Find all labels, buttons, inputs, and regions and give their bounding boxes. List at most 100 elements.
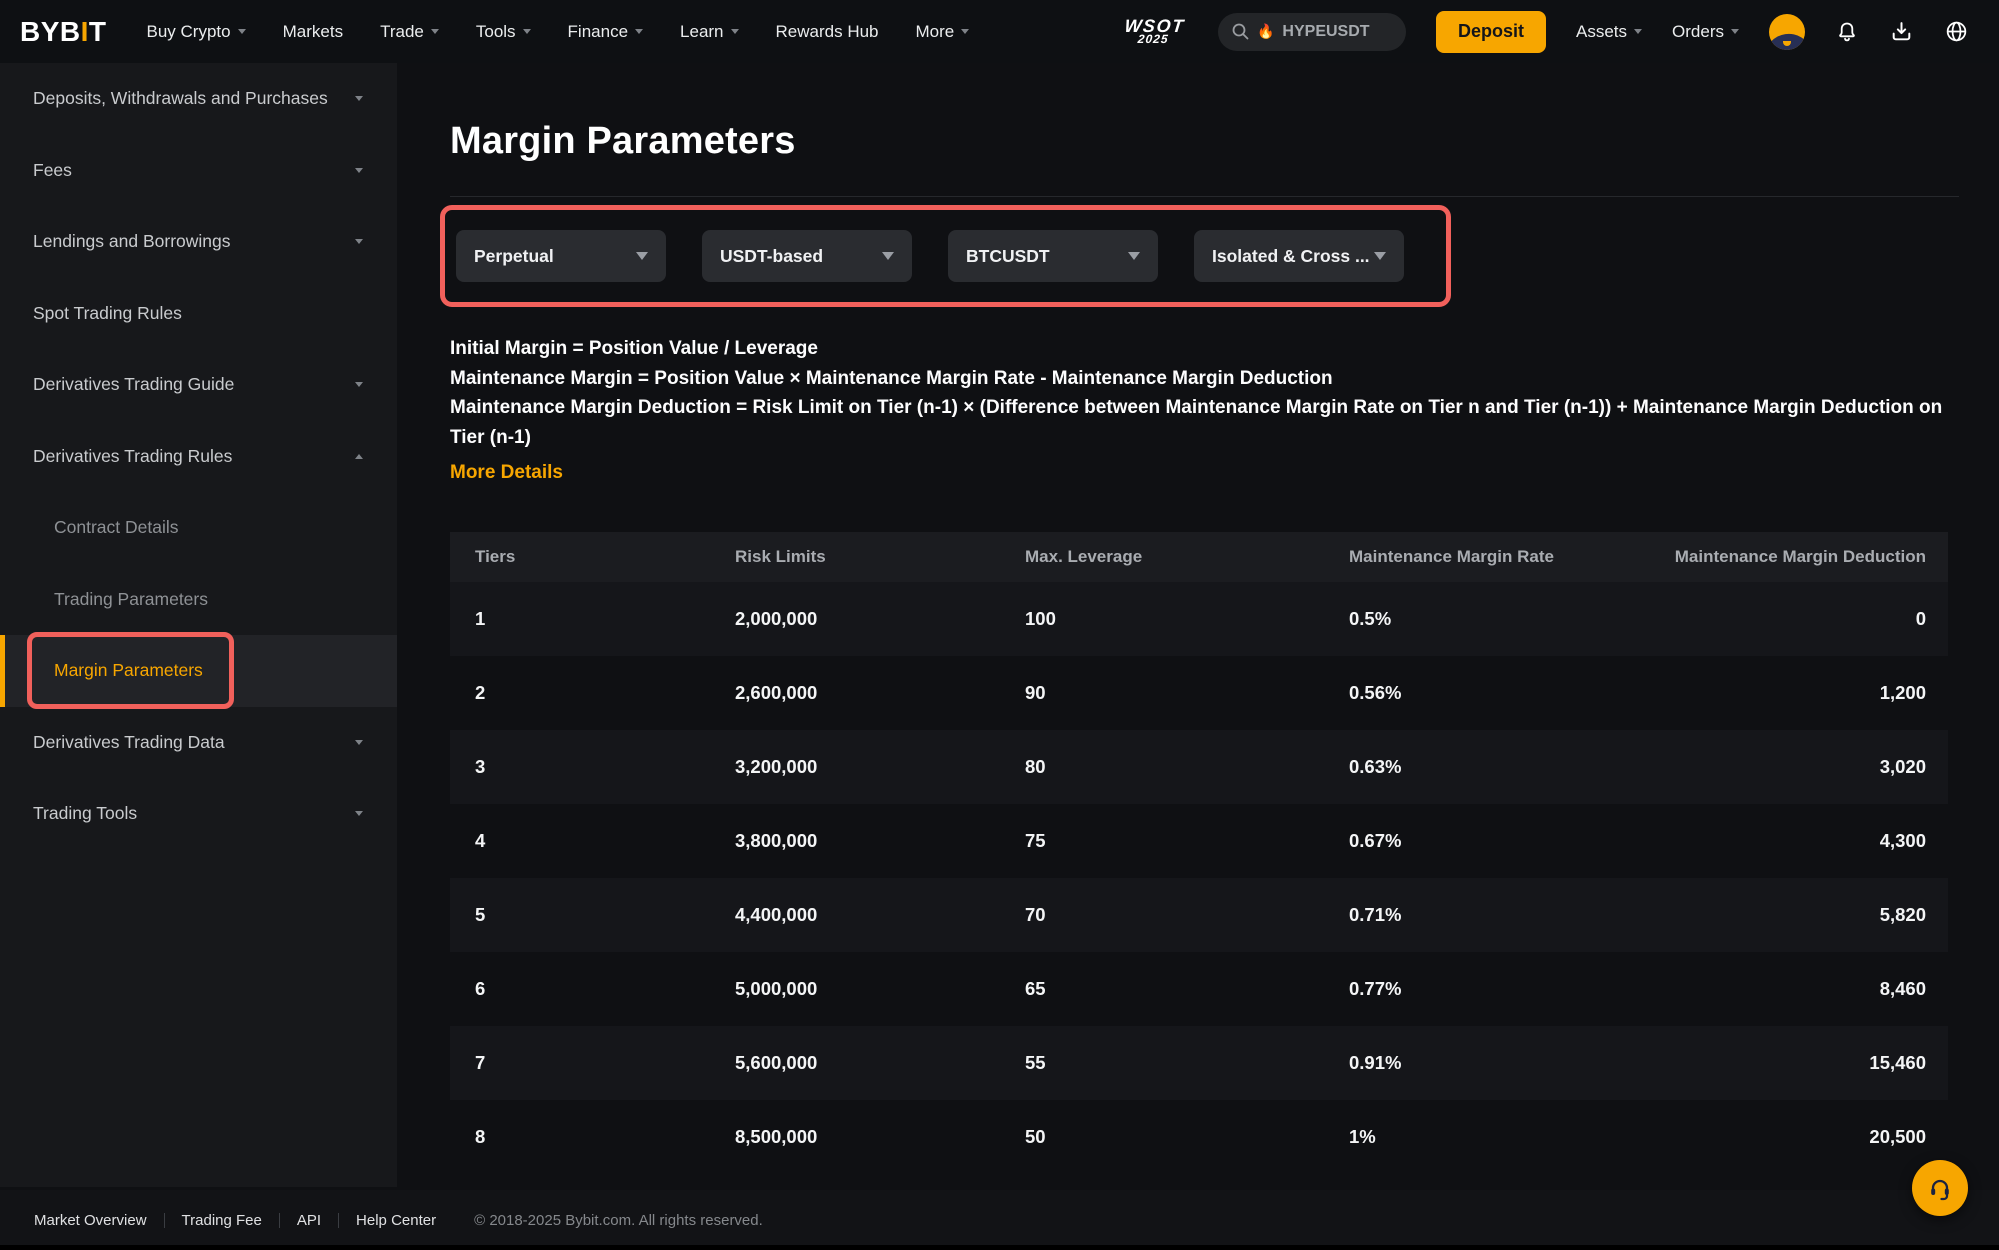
margin-mode-dropdown[interactable]: Isolated & Cross ... (1194, 230, 1404, 282)
footer-link-trading-fee[interactable]: Trading Fee (182, 1212, 262, 1229)
chevron-down-icon (431, 29, 439, 34)
table-row: 12,000,0001000.5%0 (450, 582, 1948, 656)
chevron-down-icon (523, 29, 531, 34)
col-header-tiers: Tiers (450, 547, 710, 567)
sidebar-item-margin-parameters[interactable]: Margin Parameters (0, 635, 397, 707)
notifications-bell-icon[interactable] (1835, 20, 1859, 44)
margin-tiers-table: Tiers Risk Limits Max. Leverage Maintena… (450, 532, 1948, 1174)
top-navbar: BYBIT Buy Crypto Markets Trade Tools Fin… (0, 0, 1999, 63)
bottom-edge (0, 1245, 1999, 1250)
chevron-down-icon (355, 382, 363, 387)
sidebar-item-fees[interactable]: Fees (0, 135, 397, 207)
table-header-row: Tiers Risk Limits Max. Leverage Maintena… (450, 532, 1948, 582)
chevron-down-icon (238, 29, 246, 34)
chevron-down-icon (1731, 29, 1739, 34)
page-footer: Market Overview Trading Fee API Help Cen… (0, 1190, 1999, 1250)
logo-accent: I (81, 16, 89, 48)
search-input[interactable]: 🔥 HYPEUSDT (1218, 13, 1406, 51)
col-header-mm-rate: Maintenance Margin Rate (1324, 547, 1654, 567)
chevron-up-icon (355, 454, 363, 459)
more-details-link[interactable]: More Details (450, 462, 563, 484)
nav-item-markets[interactable]: Markets (283, 22, 343, 42)
chevron-down-icon (731, 29, 739, 34)
user-avatar[interactable] (1769, 14, 1805, 50)
sidebar-item-contract-details[interactable]: Contract Details (0, 492, 397, 564)
nav-item-finance[interactable]: Finance (568, 22, 643, 42)
title-divider (450, 196, 1959, 197)
chevron-down-icon (1374, 252, 1386, 260)
formula-initial-margin: Initial Margin = Position Value / Levera… (450, 334, 1959, 364)
language-globe-icon[interactable] (1944, 19, 1969, 44)
sidebar-item-derivatives-trading-guide[interactable]: Derivatives Trading Guide (0, 349, 397, 421)
sidebar-item-trading-tools[interactable]: Trading Tools (0, 778, 397, 850)
nav-item-trade[interactable]: Trade (380, 22, 439, 42)
download-app-icon[interactable] (1889, 19, 1914, 44)
logo-text: BYB (20, 16, 81, 48)
formula-maintenance-margin-deduction: Maintenance Margin Deduction = Risk Limi… (450, 393, 1959, 452)
bybit-app: BYBIT Buy Crypto Markets Trade Tools Fin… (0, 0, 1999, 1250)
symbol-dropdown[interactable]: BTCUSDT (948, 230, 1158, 282)
chevron-down-icon (882, 252, 894, 260)
hot-icon: 🔥 (1257, 23, 1274, 40)
chevron-down-icon (1634, 29, 1642, 34)
copyright-text: © 2018-2025 Bybit.com. All rights reserv… (474, 1212, 763, 1229)
nav-item-assets[interactable]: Assets (1576, 22, 1642, 42)
support-chat-button[interactable] (1912, 1160, 1968, 1216)
chevron-down-icon (355, 740, 363, 745)
table-row: 33,200,000800.63%3,020 (450, 730, 1948, 804)
sidebar-item-trading-parameters[interactable]: Trading Parameters (0, 564, 397, 636)
chevron-down-icon (636, 252, 648, 260)
bybit-logo[interactable]: BYBIT (20, 16, 107, 48)
nav-item-tools[interactable]: Tools (476, 22, 531, 42)
chevron-down-icon (355, 239, 363, 244)
sidebar-item-lendings-borrowings[interactable]: Lendings and Borrowings (0, 206, 397, 278)
formula-maintenance-margin: Maintenance Margin = Position Value × Ma… (450, 364, 1959, 394)
annotation-filters-box: Perpetual USDT-based BTCUSDT Isolated & … (440, 205, 1451, 307)
footer-separator (279, 1213, 280, 1228)
chevron-down-icon (635, 29, 643, 34)
logo-text: T (89, 16, 107, 48)
main-content: Margin Parameters Perpetual USDT-based B… (397, 63, 1999, 1190)
sidebar-item-spot-trading-rules[interactable]: Spot Trading Rules (0, 278, 397, 350)
footer-link-market-overview[interactable]: Market Overview (34, 1212, 147, 1229)
nav-menu: Buy Crypto Markets Trade Tools Finance L… (147, 22, 970, 42)
table-row: 22,600,000900.56%1,200 (450, 656, 1948, 730)
chevron-down-icon (355, 811, 363, 816)
table-row: 65,000,000650.77%8,460 (450, 952, 1948, 1026)
footer-link-api[interactable]: API (297, 1212, 321, 1229)
nav-item-rewards-hub[interactable]: Rewards Hub (776, 22, 879, 42)
docs-sidebar: Deposits, Withdrawals and Purchases Fees… (0, 63, 397, 1187)
table-row: 88,500,000501%20,500 (450, 1100, 1948, 1174)
footer-separator (338, 1213, 339, 1228)
search-icon (1232, 23, 1249, 40)
page-title: Margin Parameters (450, 120, 1999, 163)
sidebar-item-deposits-withdrawals[interactable]: Deposits, Withdrawals and Purchases (0, 63, 397, 135)
settlement-dropdown[interactable]: USDT-based (702, 230, 912, 282)
avatar-mouth (1783, 41, 1791, 46)
table-row: 75,600,000550.91%15,460 (450, 1026, 1948, 1100)
wsot-2025-logo[interactable]: WSOT 2025 (1123, 18, 1186, 45)
search-ticker: HYPEUSDT (1282, 23, 1369, 41)
nav-right-cluster: WSOT 2025 🔥 HYPEUSDT Deposit Assets Orde… (1124, 11, 1969, 53)
deposit-button[interactable]: Deposit (1436, 11, 1546, 53)
contract-type-dropdown[interactable]: Perpetual (456, 230, 666, 282)
col-header-max-leverage: Max. Leverage (1000, 547, 1324, 567)
table-row: 43,800,000750.67%4,300 (450, 804, 1948, 878)
footer-link-help-center[interactable]: Help Center (356, 1212, 436, 1229)
col-header-risk-limits: Risk Limits (710, 547, 1000, 567)
nav-item-orders[interactable]: Orders (1672, 22, 1739, 42)
col-header-mm-deduction: Maintenance Margin Deduction (1654, 547, 1948, 567)
nav-item-learn[interactable]: Learn (680, 22, 738, 42)
nav-item-buy-crypto[interactable]: Buy Crypto (147, 22, 246, 42)
nav-item-more[interactable]: More (916, 22, 970, 42)
table-row: 54,400,000700.71%5,820 (450, 878, 1948, 952)
sidebar-item-derivatives-trading-data[interactable]: Derivatives Trading Data (0, 707, 397, 779)
chevron-down-icon (961, 29, 969, 34)
sidebar-item-derivatives-trading-rules[interactable]: Derivatives Trading Rules (0, 421, 397, 493)
chevron-down-icon (355, 168, 363, 173)
headset-icon (1926, 1174, 1954, 1202)
footer-separator (164, 1213, 165, 1228)
chevron-down-icon (355, 96, 363, 101)
chevron-down-icon (1128, 252, 1140, 260)
margin-formulas: Initial Margin = Position Value / Levera… (450, 334, 1959, 452)
